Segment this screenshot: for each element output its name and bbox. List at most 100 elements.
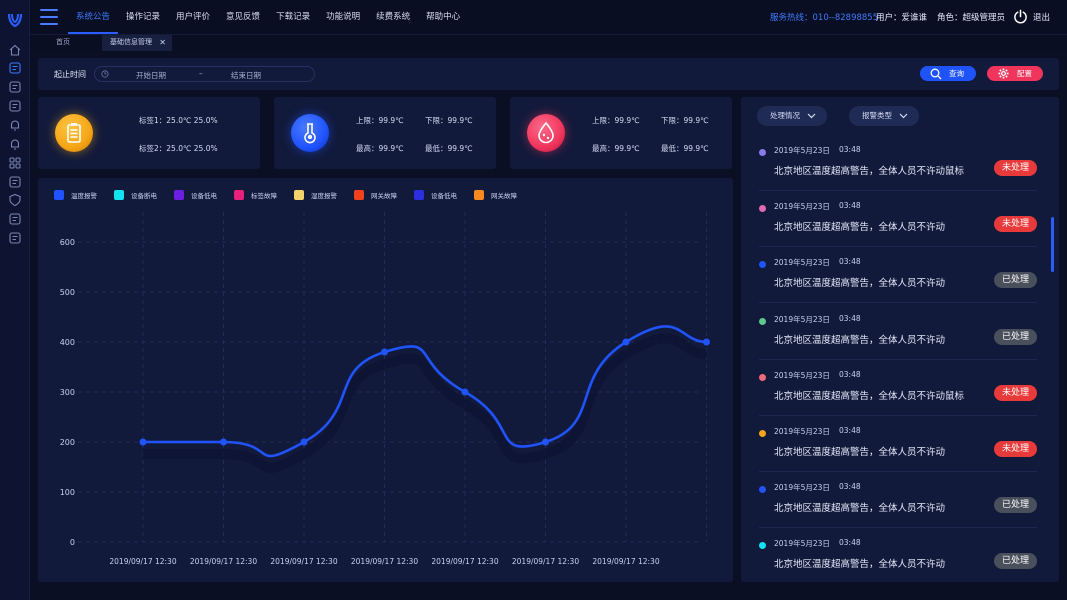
x-tick-label: 2019/09/17 12:30 xyxy=(512,557,579,566)
config-button[interactable]: 配置 xyxy=(987,66,1043,81)
tag-stat-card: 标签1：25.0℃ 25.0% 标签2：25.0℃ 25.0% xyxy=(38,97,260,169)
status-badge[interactable]: 未处理 xyxy=(994,216,1037,233)
temperature-stat-card: 上限：99.9℃ 下限：99.9℃ 最高：99.9℃ 最低：99.9℃ xyxy=(274,97,496,169)
service-hotline: 服务热线：010--82898855 xyxy=(770,13,879,23)
data-point[interactable] xyxy=(703,338,710,346)
status-badge[interactable]: 已处理 xyxy=(994,328,1037,345)
nav-item[interactable]: 意见反馈 xyxy=(218,0,268,34)
data-point[interactable] xyxy=(300,438,308,446)
data-point[interactable] xyxy=(220,438,227,446)
alarm-message: 北京地区温度超高警告，全体人员不许动 xyxy=(774,334,946,346)
status-dot xyxy=(759,149,766,156)
query-button[interactable]: 查询 xyxy=(920,66,976,81)
alarm-date: 2019年5月23日 xyxy=(774,202,830,212)
humidity-icon xyxy=(527,114,565,152)
file-icon[interactable] xyxy=(8,212,22,226)
alarm-date: 2019年5月23日 xyxy=(774,370,830,380)
humidity-upper: 上限：99.9℃ xyxy=(592,116,640,125)
data-point[interactable] xyxy=(139,438,147,446)
status-badge[interactable]: 未处理 xyxy=(994,441,1037,457)
nav-item[interactable]: 下载记录 xyxy=(268,0,318,34)
menu-toggle-icon[interactable] xyxy=(40,9,58,25)
tab-label: 基础信息管理 xyxy=(110,38,152,46)
alarm-time: 03:48 xyxy=(839,369,861,379)
monitor-icon[interactable] xyxy=(8,80,22,94)
filter-bar: 起止时间 开始日期 – 结束日期 查询 配置 xyxy=(38,58,1059,90)
y-tick-label: 400 xyxy=(60,338,75,347)
query-label: 查询 xyxy=(949,69,964,78)
range-separator: – xyxy=(199,69,203,78)
alarm-trend-chart: 温度报警 设备断电 设备低电 标签故障 湿度报警 网关故障 设备低电 网关故障 0 100 200… xyxy=(38,178,733,582)
alarm-type-dropdown[interactable]: 报警类型 xyxy=(849,106,919,126)
nav-item[interactable]: 功能说明 xyxy=(318,0,368,34)
nav-item[interactable]: 操作记录 xyxy=(118,0,168,34)
status-dot xyxy=(759,486,766,494)
tab-home[interactable]: 首页 xyxy=(48,35,78,51)
nav-item[interactable]: 续费系统 xyxy=(368,0,418,34)
alarm-date: 2019年5月23日 xyxy=(774,314,830,324)
x-tick-label: 2019/09/17 12:30 xyxy=(109,557,176,566)
data-point[interactable] xyxy=(381,348,388,356)
alarm-list-item[interactable]: 2019年5月23日 03:48 北京地区温度超高警告，全体人员不许动鼠标 未处理 xyxy=(759,360,1037,416)
status-badge[interactable]: 已处理 xyxy=(994,497,1037,514)
status-filter-dropdown[interactable]: 处理情况 xyxy=(757,106,827,126)
alarm-list-item[interactable]: 2019年5月23日 03:48 北京地区温度超高警告，全体人员不许动 已处理 xyxy=(759,247,1037,304)
page-tabs: 首页 基础信息管理 ✕ xyxy=(30,34,1067,51)
y-tick-label: 600 xyxy=(60,238,75,247)
alarm-list-item[interactable]: 2019年5月23日 03:48 北京地区温度超高警告，全体人员不许动 未处理 xyxy=(759,416,1037,472)
alarm-time: 03:48 xyxy=(839,538,861,548)
status-badge[interactable]: 未处理 xyxy=(994,384,1037,401)
app-logo-icon xyxy=(7,13,23,28)
series-shadow xyxy=(143,333,707,473)
alarm-date: 2019年5月23日 xyxy=(774,258,830,268)
chevron-down-icon xyxy=(807,113,816,119)
bell-icon[interactable] xyxy=(8,137,22,151)
y-tick-label: 300 xyxy=(60,388,75,397)
status-dot xyxy=(759,261,766,269)
alarm-list-item[interactable]: 2019年5月23日 03:48 北京地区温度超高警告，全体人员不许动 已处理 xyxy=(759,472,1037,529)
search-icon xyxy=(930,68,942,80)
nav-item[interactable]: 帮助中心 xyxy=(418,0,468,34)
settings-list-icon[interactable] xyxy=(8,99,22,113)
message-icon[interactable] xyxy=(8,175,22,189)
thermometer-icon xyxy=(291,114,329,152)
end-date-input[interactable]: 结束日期 xyxy=(231,70,261,81)
grid-icon[interactable] xyxy=(8,156,22,170)
x-tick-label: 2019/09/17 12:30 xyxy=(270,557,337,566)
alarm-list-item[interactable]: 2019年5月23日 03:48 北京地区温度超高警告，全体人员不许动鼠标 未处理 xyxy=(759,135,1037,191)
start-date-input[interactable]: 开始日期 xyxy=(136,70,166,81)
search-file-icon[interactable] xyxy=(8,231,22,245)
alarm-list-item[interactable]: 2019年5月23日 03:48 北京地区温度超高警告，全体人员不许动 未处理 xyxy=(759,191,1037,248)
date-range-picker[interactable]: 开始日期 – 结束日期 xyxy=(94,66,315,82)
status-badge[interactable]: 已处理 xyxy=(994,553,1037,570)
config-label: 配置 xyxy=(1017,69,1032,78)
home-icon[interactable] xyxy=(8,43,22,57)
alarm-list-panel: 处理情况 报警类型 2019年5月23日 03:48 北京地区温度超高警告，全体人员… xyxy=(741,97,1059,582)
alarm-bell-icon[interactable] xyxy=(8,118,22,132)
status-badge[interactable]: 未处理 xyxy=(994,160,1037,176)
tab-basic-info[interactable]: 基础信息管理 ✕ xyxy=(102,35,172,51)
x-tick-label: 2019/09/17 12:30 xyxy=(592,557,659,566)
status-badge[interactable]: 已处理 xyxy=(994,272,1037,289)
document-icon[interactable] xyxy=(8,61,22,75)
status-dot xyxy=(759,430,766,437)
shield-icon[interactable] xyxy=(8,193,22,207)
alarm-list-item[interactable]: 2019年5月23日 03:48 北京地区温度超高警告，全体人员不许动 已处理 xyxy=(759,304,1037,360)
alarm-list-item[interactable]: 2019年5月23日 03:48 北京地区温度超高警告，全体人员不许动 已处理 xyxy=(759,528,1037,582)
close-tab-icon[interactable]: ✕ xyxy=(159,35,166,50)
tag1-reading: 标签1：25.0℃ 25.0% xyxy=(139,116,218,125)
main-nav: 系统公告 操作记录 用户评价 意见反馈 下载记录 功能说明 续费系统 帮助中心 xyxy=(68,0,468,34)
power-icon[interactable] xyxy=(1013,9,1028,24)
nav-item[interactable]: 用户评价 xyxy=(168,0,218,34)
status-filter-label: 处理情况 xyxy=(770,111,800,120)
data-point[interactable] xyxy=(622,338,630,346)
logout-link[interactable]: 退出 xyxy=(1033,11,1050,23)
nav-item[interactable]: 系统公告 xyxy=(68,0,119,34)
data-point[interactable] xyxy=(461,388,469,396)
x-tick-label: 2019/09/17 12:30 xyxy=(190,557,257,566)
alarm-message: 北京地区温度超高警告，全体人员不许动 xyxy=(774,447,946,458)
scrollbar-thumb[interactable] xyxy=(1051,217,1054,272)
y-tick-label: 500 xyxy=(60,288,75,297)
y-tick-label: 200 xyxy=(60,438,75,447)
data-point[interactable] xyxy=(542,438,549,446)
